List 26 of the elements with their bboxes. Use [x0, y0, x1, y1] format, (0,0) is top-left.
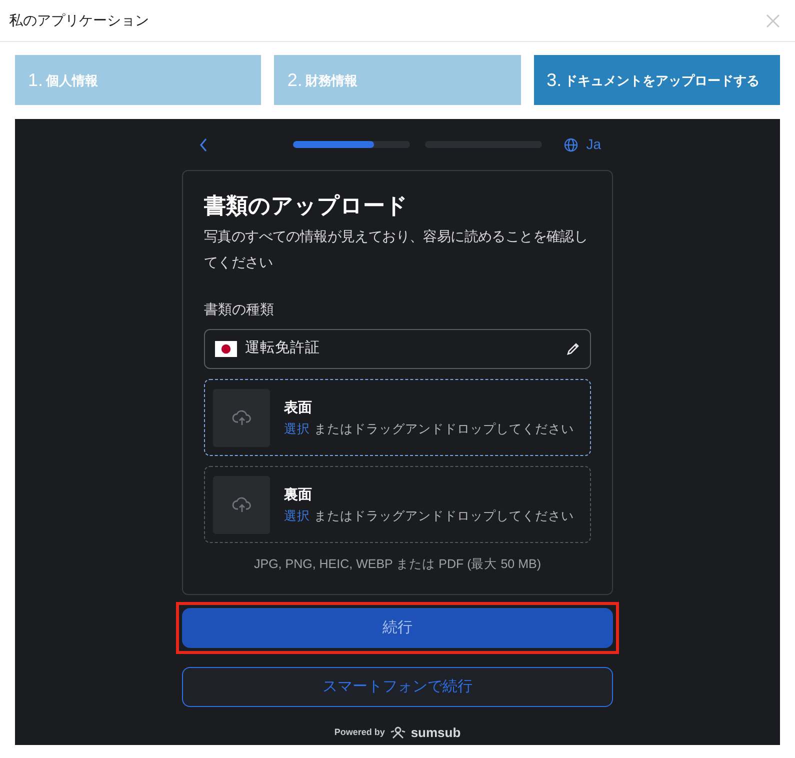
select-link[interactable]: 選択 [284, 506, 310, 526]
pencil-icon[interactable] [566, 342, 580, 356]
window-title: 私のアプリケーション [9, 11, 149, 30]
step-tab[interactable]: 3. ドキュメントをアップロードする [534, 55, 780, 105]
upload-area[interactable]: 表面 選択 またはドラッグアンドドロップしてください [204, 379, 591, 456]
powered-by-text: Powered by [334, 726, 385, 739]
select-link[interactable]: 選択 [284, 420, 310, 438]
upload-hint: またはドラッグアンドドロップしてください [314, 420, 574, 438]
brand-name: sumsub [410, 724, 461, 742]
globe-icon[interactable] [564, 138, 578, 152]
language-button[interactable]: Ja [586, 134, 601, 155]
formats-note: JPG, PNG, HEIC, WEBP または PDF (最大 50 MB) [252, 556, 542, 573]
upload-title: 表面 [284, 398, 313, 417]
flag-icon [215, 341, 237, 357]
upload-title: 裏面 [284, 484, 313, 504]
card-title: 書類のアップロード [204, 192, 409, 220]
logo-icon [390, 726, 406, 740]
description-text: 写真のすべての情報が見えており、容易に読めることを確認してください [204, 227, 589, 272]
document-type-field[interactable]: 運転免許証 [204, 329, 591, 369]
upload-hint: またはドラッグアンドドロップしてください [314, 508, 574, 525]
upload-icon [213, 388, 270, 446]
upload-area[interactable]: 裏面 選択 またはドラッグアンドドロップしてください [204, 466, 591, 543]
continue-button[interactable]: 続行 [182, 608, 613, 648]
upload-icon [213, 476, 270, 534]
smartphone-button[interactable]: スマートフォンで続行 [182, 667, 613, 707]
field-label: 書類の種類 [204, 300, 275, 319]
